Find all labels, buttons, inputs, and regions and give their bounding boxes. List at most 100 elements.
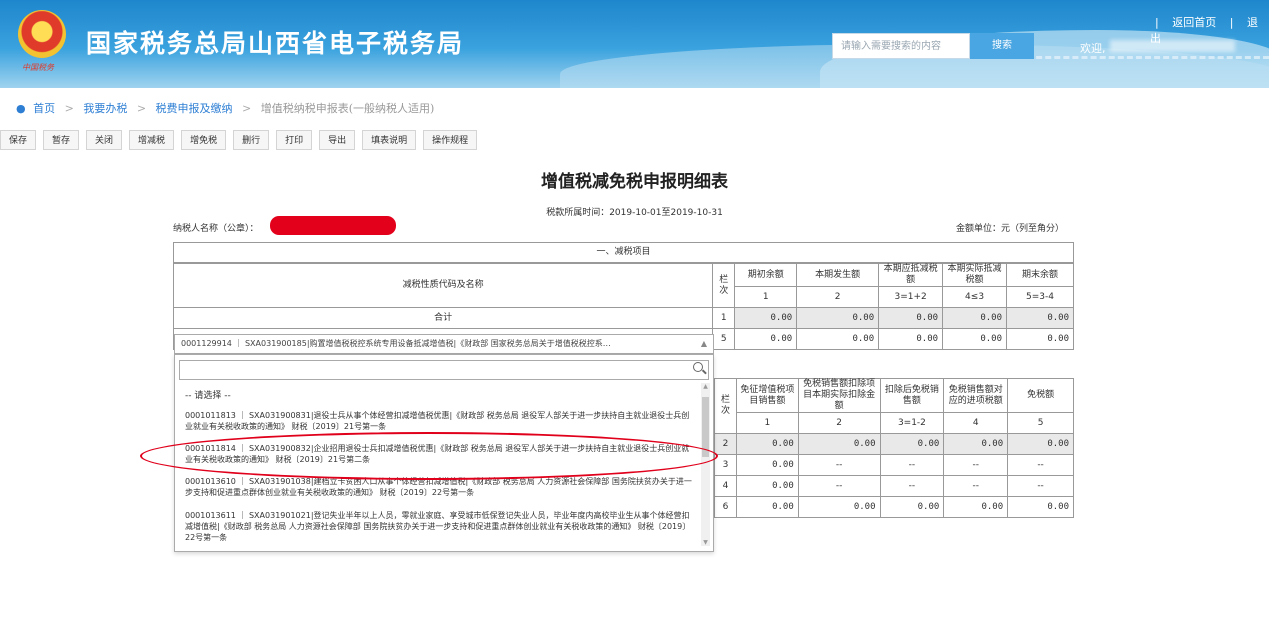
col-header: 本期实际抵减税额 <box>942 263 1008 287</box>
export-button[interactable]: 导出 <box>319 130 356 150</box>
amount-cell: 0.00 <box>942 307 1008 329</box>
separator: | <box>1155 16 1159 29</box>
amount-cell: 0.00 <box>1006 307 1074 329</box>
col-header: 扣除后免税销售额 <box>879 378 945 413</box>
instructions-button[interactable]: 填表说明 <box>362 130 417 150</box>
amount-input[interactable]: 0.00 <box>735 496 799 518</box>
total-label: 合计 <box>172 307 714 329</box>
print-button[interactable]: 打印 <box>276 130 313 150</box>
search-button[interactable]: 搜索 <box>970 33 1034 59</box>
table-row: 4 0.00 -- -- -- -- <box>714 475 1074 497</box>
row-no: 6 <box>714 496 737 518</box>
dropdown-option[interactable]: 0001013610 ｜ SXA031901038|建档立卡贫困人口从事个体经营… <box>185 476 695 498</box>
dropdown-scrollbar[interactable]: ▲ ▼ <box>701 383 710 546</box>
delete-row-button[interactable]: 删行 <box>233 130 270 150</box>
amount-input[interactable]: 0.00 <box>735 454 799 476</box>
amount-cell: 0.00 <box>735 433 799 455</box>
dropdown-search-input[interactable] <box>179 360 709 380</box>
row-no: 2 <box>714 433 737 455</box>
tax-emblem-icon <box>18 10 66 58</box>
taxpayer-name-redacted <box>270 216 396 235</box>
amount-cell: 0.00 <box>879 433 945 455</box>
breadcrumb-separator: > <box>64 102 74 115</box>
dropdown-option[interactable]: 0001013611 ｜ SXA031901021|登记失业半年以上人员，零就业… <box>185 510 695 543</box>
breadcrumb-separator: > <box>242 102 252 115</box>
amount-input[interactable]: 0.00 <box>797 496 881 518</box>
col-subheader: 1 <box>735 412 799 434</box>
scrollbar-thumb[interactable] <box>702 397 709 457</box>
amount-input[interactable]: 0.00 <box>734 328 798 350</box>
temp-save-button[interactable]: 暂存 <box>43 130 80 150</box>
col-subheader: 1 <box>734 286 798 308</box>
amount-cell: 0.00 <box>734 307 798 329</box>
reduction-code-select[interactable]: 0001129914 ｜ SXA031900185|购置增值税税控系统专用设备抵… <box>174 334 714 354</box>
col-header: 本期应抵减税额 <box>878 263 944 287</box>
col-subheader: 5=3-4 <box>1006 286 1074 308</box>
amount-input[interactable]: 0.00 <box>735 475 799 497</box>
dropdown-option[interactable]: 0001011813 ｜ SXA031900831|退役士兵从事个体经营扣减增值… <box>185 410 695 432</box>
location-pin-icon: ● <box>16 102 26 115</box>
table-row: 3 0.00 -- -- -- -- <box>714 454 1074 476</box>
amount-cell: 0.00 <box>797 433 881 455</box>
separator: | <box>1229 16 1234 29</box>
table-row: 6 0.00 0.00 0.00 0.00 0.00 <box>714 496 1074 518</box>
scroll-up-icon[interactable]: ▲ <box>701 383 710 390</box>
amount-cell: -- <box>879 475 945 497</box>
search-input[interactable] <box>832 33 970 59</box>
col-header: 本期发生额 <box>796 263 880 287</box>
taxpayer-label: 纳税人名称（公章）： <box>173 224 259 234</box>
exemption-table: 栏次 免征增值税项目销售额 免税销售额扣除项目本期实际扣除金额 扣除后免税销售额… <box>714 378 1074 518</box>
amount-unit: 金额单位：元（列至角分） <box>956 224 1065 234</box>
breadcrumb-home[interactable]: 首页 <box>33 102 55 115</box>
col-subheader: 4≤3 <box>942 286 1008 308</box>
save-button[interactable]: 保存 <box>0 130 37 150</box>
chevron-up-icon[interactable]: ▲ <box>701 335 707 353</box>
amount-input[interactable]: 0.00 <box>796 328 880 350</box>
breadcrumb-declaration[interactable]: 税费申报及缴纳 <box>156 102 233 115</box>
col-reduction-name: 减税性质代码及名称 <box>172 263 714 308</box>
breadcrumb-current: 增值税纳税申报表(一般纳税人适用) <box>260 102 435 115</box>
close-button[interactable]: 关闭 <box>86 130 123 150</box>
dropdown-placeholder-option[interactable]: -- 请选择 -- <box>185 391 695 402</box>
scroll-down-icon[interactable]: ▼ <box>701 539 710 546</box>
amount-cell: -- <box>797 454 881 476</box>
dropdown-panel: -- 请选择 -- 0001011813 ｜ SXA031900831|退役士兵… <box>174 354 714 552</box>
search-icon <box>693 362 703 372</box>
add-reduction-button[interactable]: 增减税 <box>129 130 175 150</box>
col-header: 免税销售额扣除项目本期实际扣除金额 <box>797 378 881 413</box>
amount-input[interactable]: 0.00 <box>942 328 1008 350</box>
amount-input[interactable]: 0.00 <box>943 496 1009 518</box>
procedures-button[interactable]: 操作规程 <box>423 130 478 150</box>
total-row: 合计 1 0.00 0.00 0.00 0.00 0.00 <box>172 307 1074 329</box>
col-subheader: 4 <box>943 412 1009 434</box>
breadcrumb-separator: > <box>136 102 147 115</box>
amount-cell: 0.00 <box>878 328 944 350</box>
row-no: 1 <box>712 307 736 329</box>
col-row-no: 栏次 <box>714 378 737 434</box>
amount-cell: -- <box>879 454 945 476</box>
row-no: 5 <box>712 328 736 350</box>
toolbar: 保存 暂存 关闭 增减税 增免税 删行 打印 导出 填表说明 操作规程 <box>0 130 478 150</box>
section-reduction-header: 一、减税项目 <box>173 242 1074 263</box>
amount-cell: 0.00 <box>943 433 1009 455</box>
col-subheader: 3=1+2 <box>878 286 944 308</box>
amount-cell: 0.00 <box>879 496 945 518</box>
amount-input[interactable]: 0.00 <box>1007 496 1074 518</box>
amount-cell: -- <box>1007 475 1074 497</box>
amount-cell: 0.00 <box>1007 433 1074 455</box>
tax-period: 税款所属时间：2019-10-01至2019-10-31 <box>546 208 723 218</box>
add-exemption-button[interactable]: 增免税 <box>181 130 227 150</box>
col-header: 期末余额 <box>1006 263 1074 287</box>
amount-cell: -- <box>943 454 1009 476</box>
home-link[interactable]: 返回首页 <box>1172 16 1216 29</box>
col-subheader: 3=1-2 <box>879 412 945 434</box>
dropdown-option-highlighted[interactable]: 0001011814 ｜ SXA031900832|企业招用退役士兵扣减增值税优… <box>185 443 695 465</box>
col-subheader: 2 <box>797 412 881 434</box>
breadcrumb-tax-service[interactable]: 我要办税 <box>83 102 127 115</box>
amount-cell: 0.00 <box>878 307 944 329</box>
col-row-no: 栏次 <box>712 263 736 308</box>
col-subheader: 5 <box>1007 412 1074 434</box>
col-header: 期初余额 <box>734 263 798 287</box>
breadcrumb: ● 首页 > 我要办税 > 税费申报及缴纳 > 增值税纳税申报表(一般纳税人适用… <box>16 100 434 116</box>
site-title: 国家税务总局山西省电子税务局 <box>86 29 465 58</box>
